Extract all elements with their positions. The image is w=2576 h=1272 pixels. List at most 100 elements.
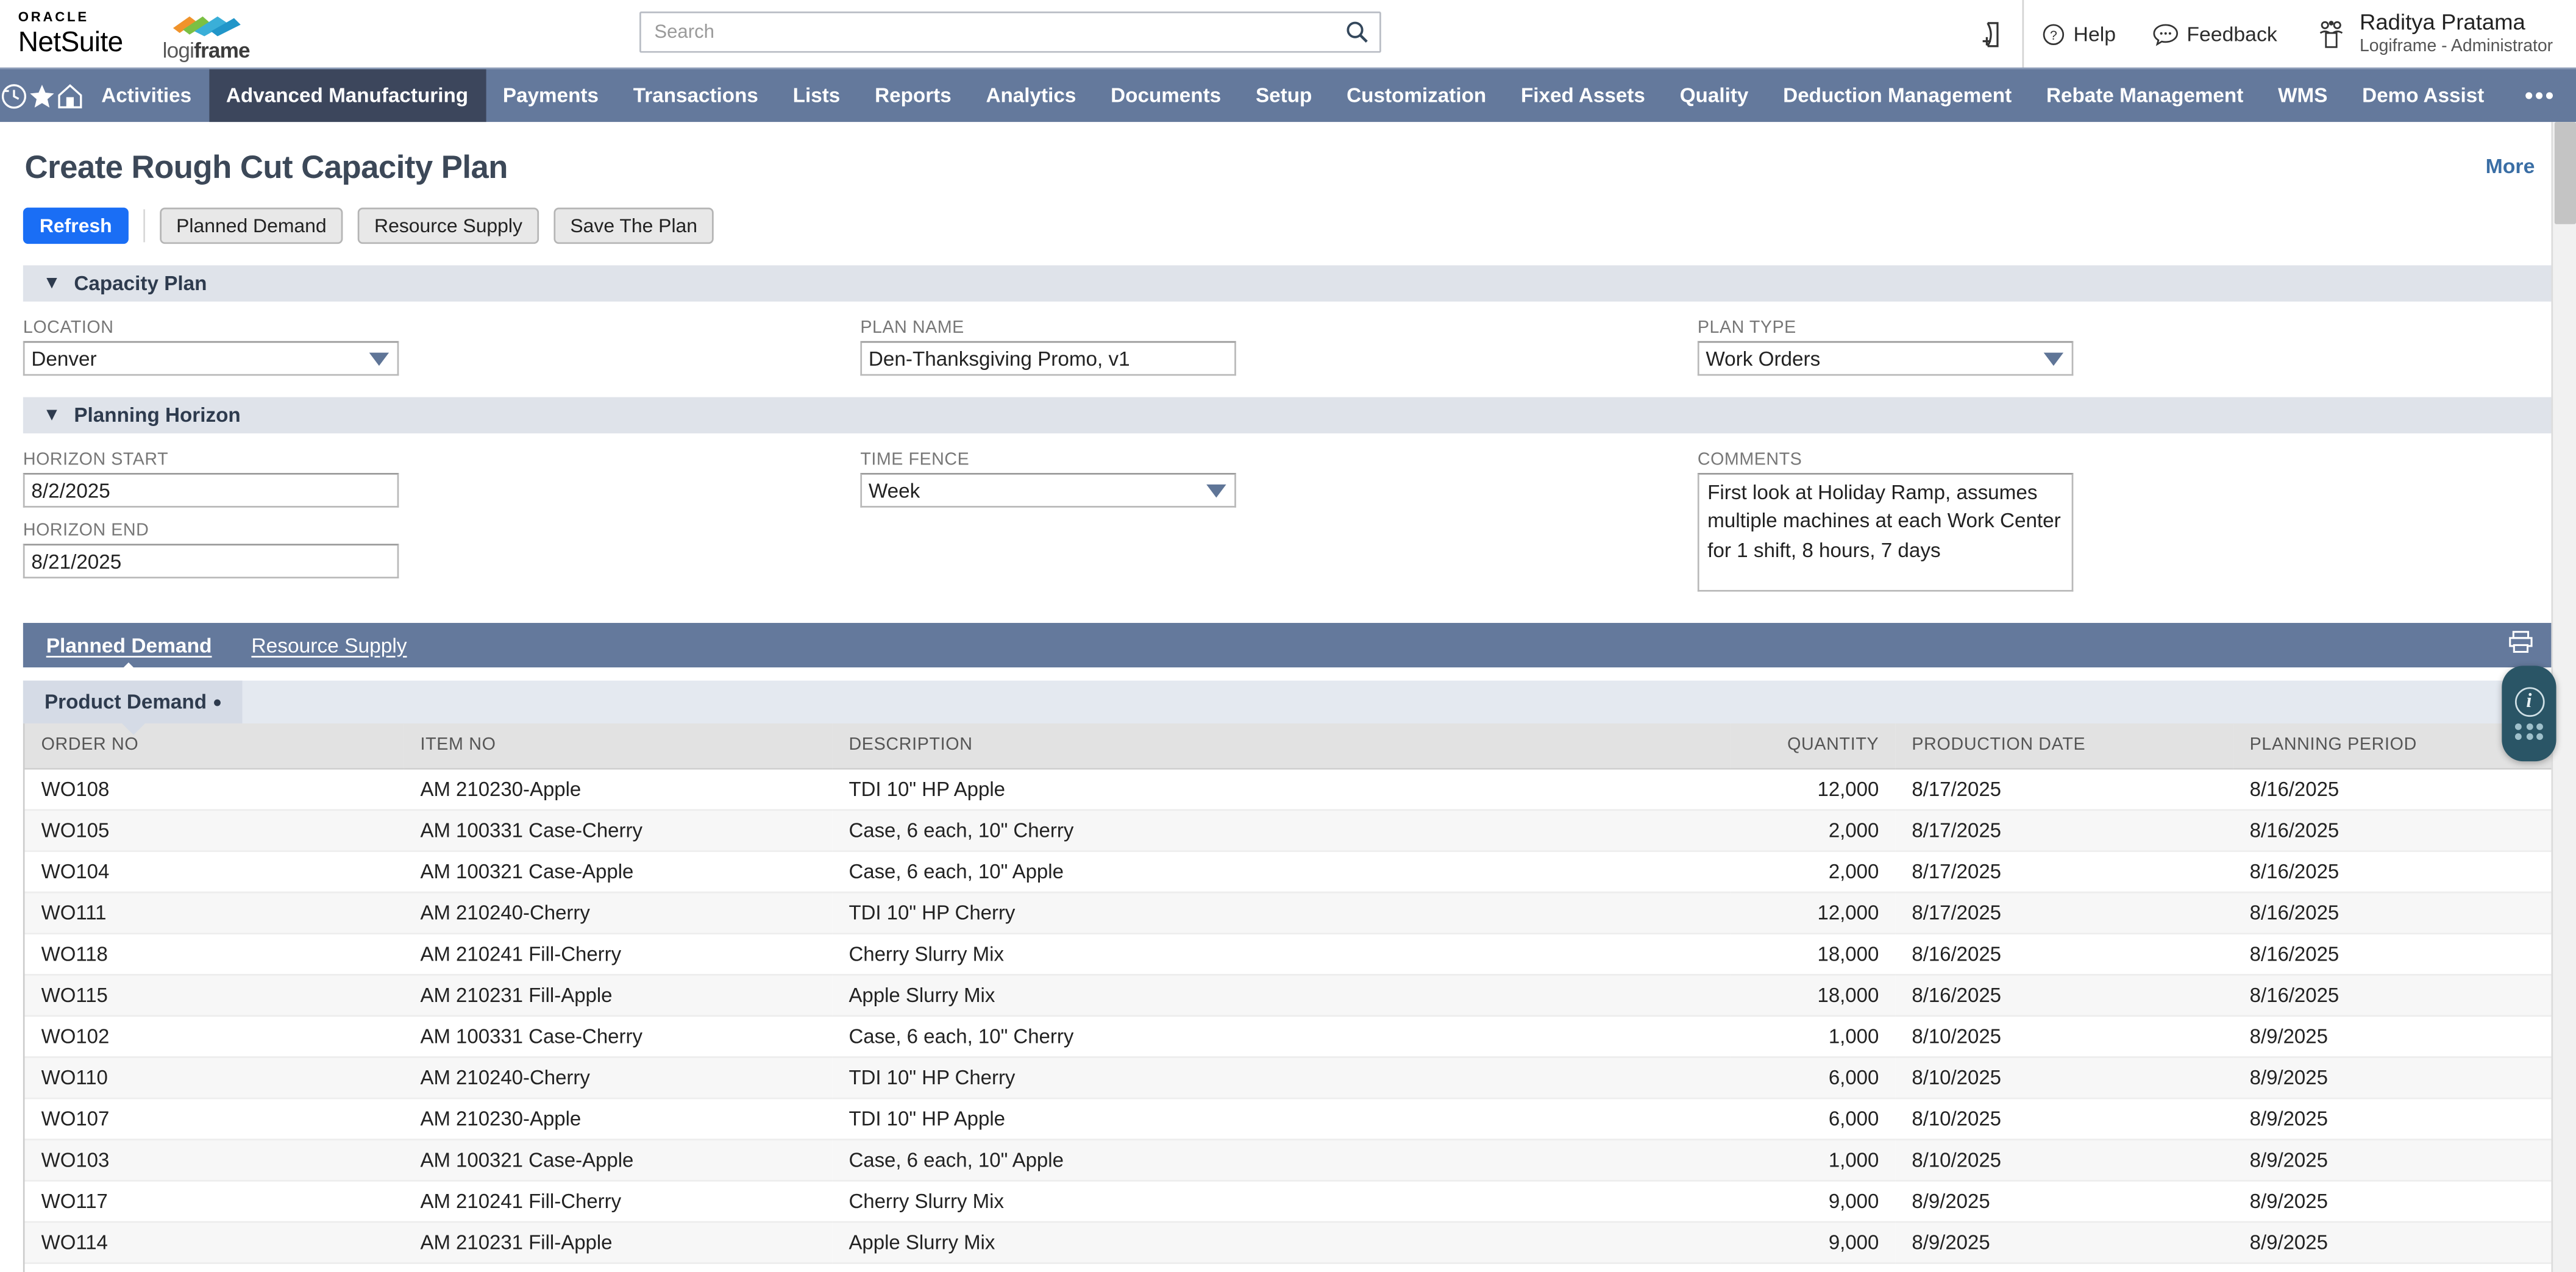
nav-item-documents[interactable]: Documents xyxy=(1094,69,1239,123)
nav-item-activities[interactable]: Activities xyxy=(84,69,209,123)
button-divider xyxy=(143,209,145,242)
user-menu[interactable]: Raditya Pratama Logiframe - Administrato… xyxy=(2296,9,2553,59)
nav-item-payments[interactable]: Payments xyxy=(486,69,616,123)
cell-order_no: WO118 xyxy=(25,933,404,974)
cell-planning_period: 8/16/2025 xyxy=(2233,809,2576,851)
chevron-down-icon xyxy=(1206,484,1226,497)
cell-description: Cherry Slurry Mix xyxy=(832,1180,1731,1221)
capacity-plan-section-header[interactable]: ▼ Capacity Plan xyxy=(23,265,2553,301)
nav-overflow-button[interactable]: ••• xyxy=(2502,69,2576,123)
table-body: WO108AM 210230-AppleTDI 10" HP Apple12,0… xyxy=(25,768,2576,1272)
assistant-widget[interactable]: i xyxy=(2502,666,2556,761)
time-fence-group: TIME FENCE Week xyxy=(860,450,1698,600)
table-row[interactable]: WO108AM 210230-AppleTDI 10" HP Apple12,0… xyxy=(25,768,2576,809)
table-row[interactable]: WO105AM 100331 Case-CherryCase, 6 each, … xyxy=(25,809,2576,851)
search-icon[interactable] xyxy=(1336,13,1379,51)
global-search[interactable] xyxy=(639,12,1381,53)
home-icon[interactable] xyxy=(56,69,84,123)
nav-item-rebate-management[interactable]: Rebate Management xyxy=(2029,69,2261,123)
table-row[interactable]: WO104AM 100321 Case-AppleCase, 6 each, 1… xyxy=(25,850,2576,892)
recent-records-icon[interactable] xyxy=(0,69,28,123)
cell-planning_period: 8/9/2025 xyxy=(2233,1056,2576,1098)
planned-demand-button[interactable]: Planned Demand xyxy=(160,208,343,244)
scrollbar-thumb[interactable] xyxy=(2555,122,2576,224)
nav-item-demo-assist[interactable]: Demo Assist xyxy=(2345,69,2502,123)
cell-description: TDI 10" HP Cherry xyxy=(832,892,1731,933)
refresh-button[interactable]: Refresh xyxy=(23,208,129,244)
cell-quantity: 6,000 xyxy=(1731,1098,1895,1139)
cell-quantity: 9,000 xyxy=(1731,1180,1895,1221)
table-row[interactable]: WO110AM 210240-CherryTDI 10" HP Cherry6,… xyxy=(25,1056,2576,1098)
cell-order_no: WO107 xyxy=(25,1098,404,1139)
table-row[interactable]: WO117AM 210241 Fill-CherryCherry Slurry … xyxy=(25,1180,2576,1221)
more-link[interactable]: More xyxy=(2486,155,2535,178)
save-the-plan-button[interactable]: Save The Plan xyxy=(553,208,714,244)
nav-item-quality[interactable]: Quality xyxy=(1662,69,1765,123)
quick-add-button[interactable] xyxy=(1963,0,2022,68)
nav-item-setup[interactable]: Setup xyxy=(1239,69,1329,123)
column-header-description[interactable]: DESCRIPTION xyxy=(832,723,1731,768)
table-row[interactable]: WO118AM 210241 Fill-CherryCherry Slurry … xyxy=(25,933,2576,974)
table-row[interactable]: WO103AM 100321 Case-AppleCase, 6 each, 1… xyxy=(25,1139,2576,1180)
nav-item-reports[interactable]: Reports xyxy=(858,69,969,123)
nav-item-customization[interactable]: Customization xyxy=(1329,69,1504,123)
nav-item-wms[interactable]: WMS xyxy=(2261,69,2345,123)
nav-item-deduction-management[interactable]: Deduction Management xyxy=(1766,69,2029,123)
column-header-quantity[interactable]: QUANTITY xyxy=(1731,723,1895,768)
table-row[interactable]: WO106AM 210230-AppleTDI 10" HP Apple3,60… xyxy=(25,1262,2576,1272)
nav-item-advanced-manufacturing[interactable]: Advanced Manufacturing xyxy=(209,69,486,123)
comments-textarea[interactable] xyxy=(1698,473,2073,592)
table-row[interactable]: WO111AM 210240-CherryTDI 10" HP Cherry12… xyxy=(25,892,2576,933)
product-demand-table: ORDER NO ITEM NO DESCRIPTION QUANTITY PR… xyxy=(25,723,2576,1272)
cell-planning_period: 8/16/2025 xyxy=(2233,933,2576,974)
favorites-star-icon[interactable] xyxy=(28,69,56,123)
plan-type-select[interactable]: Work Orders xyxy=(1698,341,2073,376)
cell-item_no: AM 210230-Apple xyxy=(404,1098,832,1139)
cell-description: TDI 10" HP Cherry xyxy=(832,1056,1731,1098)
inner-tab-product-demand[interactable]: Product Demand • xyxy=(23,681,243,723)
cell-planning_period: 8/16/2025 xyxy=(2233,768,2576,809)
nav-item-analytics[interactable]: Analytics xyxy=(969,69,1094,123)
column-header-production-date[interactable]: PRODUCTION DATE xyxy=(1895,723,2233,768)
top-header: ORACLE NetSuite logiframe xyxy=(0,0,2576,68)
tab-resource-supply[interactable]: Resource Supply xyxy=(251,634,407,657)
cell-item_no: AM 100321 Case-Apple xyxy=(404,1139,832,1180)
user-role: Logiframe - Administrator xyxy=(2360,37,2553,58)
nav-item-transactions[interactable]: Transactions xyxy=(616,69,775,123)
search-input[interactable] xyxy=(641,13,1336,51)
horizon-dates-group: HORIZON START HORIZON END xyxy=(23,450,861,600)
location-value: Denver xyxy=(31,347,96,370)
nav-item-fixed-assets[interactable]: Fixed Assets xyxy=(1504,69,1663,123)
comments-label: COMMENTS xyxy=(1698,450,2535,469)
column-header-order-no[interactable]: ORDER NO xyxy=(25,723,404,768)
nav-item-list: ActivitiesAdvanced ManufacturingPayments… xyxy=(84,69,2502,123)
cell-quantity: 18,000 xyxy=(1731,974,1895,1015)
users-icon xyxy=(2315,18,2346,49)
print-icon[interactable] xyxy=(2508,630,2533,661)
column-header-item-no[interactable]: ITEM NO xyxy=(404,723,832,768)
table-row[interactable]: WO114AM 210231 Fill-AppleApple Slurry Mi… xyxy=(25,1221,2576,1262)
cell-production_date: 8/17/2025 xyxy=(1895,809,2233,851)
table-row[interactable]: WO115AM 210231 Fill-AppleApple Slurry Mi… xyxy=(25,974,2576,1015)
plan-name-input[interactable] xyxy=(860,341,1236,376)
cell-production_date: 8/16/2025 xyxy=(1895,974,2233,1015)
help-button[interactable]: ? Help xyxy=(2024,0,2133,68)
tab-planned-demand[interactable]: Planned Demand xyxy=(46,634,212,657)
main-navigation: ActivitiesAdvanced ManufacturingPayments… xyxy=(0,68,2576,122)
time-fence-select[interactable]: Week xyxy=(860,473,1236,508)
logiframe-wordmark: logiframe xyxy=(163,37,250,62)
planning-horizon-section-header[interactable]: ▼ Planning Horizon xyxy=(23,397,2553,433)
cell-planning_period: 8/9/2025 xyxy=(2233,1015,2576,1057)
table-row[interactable]: WO107AM 210230-AppleTDI 10" HP Apple6,00… xyxy=(25,1098,2576,1139)
oracle-netsuite-logo[interactable]: ORACLE NetSuite xyxy=(18,12,123,55)
feedback-button[interactable]: Feedback xyxy=(2134,0,2296,68)
horizon-start-input[interactable] xyxy=(23,473,399,508)
table-row[interactable]: WO102AM 100331 Case-CherryCase, 6 each, … xyxy=(25,1015,2576,1057)
nav-item-lists[interactable]: Lists xyxy=(775,69,857,123)
location-select[interactable]: Denver xyxy=(23,341,399,376)
cell-item_no: AM 210231 Fill-Apple xyxy=(404,1221,832,1262)
cell-quantity: 18,000 xyxy=(1731,933,1895,974)
horizon-end-input[interactable] xyxy=(23,544,399,578)
resource-supply-button[interactable]: Resource Supply xyxy=(358,208,539,244)
planning-horizon-fields: HORIZON START HORIZON END TIME FENCE Wee… xyxy=(0,433,2576,600)
